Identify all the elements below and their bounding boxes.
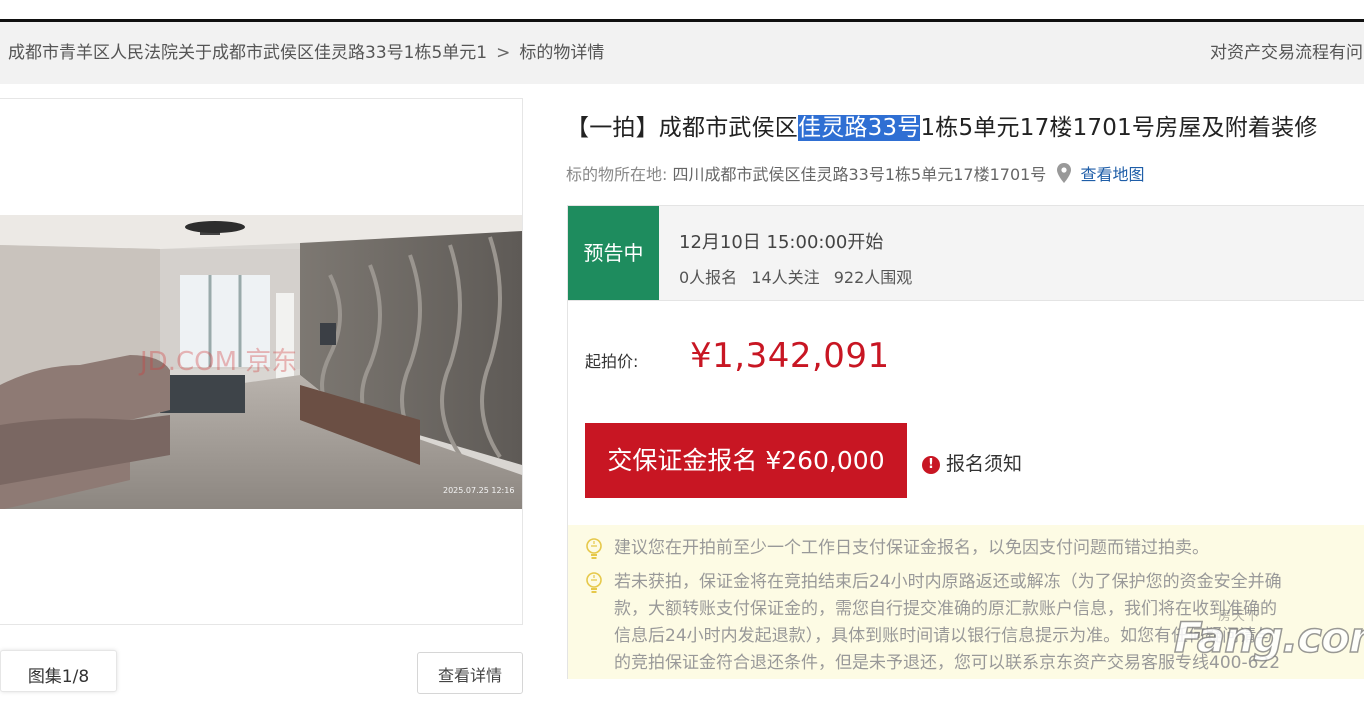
location-pin-icon [1057,163,1072,187]
starting-price-label: 起拍价: [585,352,639,371]
breadcrumb-bar: 成都市青羊区人民法院关于成都市武侯区佳灵路33号1栋5单元1 > 标的物详情 对资产… [0,22,1364,84]
location-address: 四川成都市武侯区佳灵路33号1栋5单元17楼1701号 [672,165,1047,184]
photo-timestamp: 2025.07.25 12:16 [443,486,514,495]
tip-item: 若未获拍，保证金将在竞拍结束后24小时内原路返还或解冻（为了保护您的资金安全并确… [584,569,1282,677]
start-time: 12月10日 15:00:00开始 [679,232,884,253]
title-suffix: 1栋5单元17楼1701号房屋及附着装修 [920,115,1318,141]
lightbulb-icon [584,537,604,570]
breadcrumb-court-link[interactable]: 成都市青羊区人民法院关于成都市武侯区佳灵路33号1栋5单元1 [8,43,487,63]
deposit-tips: 建议您在开拍前至少一个工作日支付保证金报名，以免因支付问题而错过拍卖。 若未获拍… [568,525,1364,679]
tip-text-line: 信息后24小时内发起退款），具体到账时间请以银行信息提示为准。如您有任何疑问请与 [614,626,1274,646]
location-label: 标的物所在地: [566,165,668,184]
title-prefix: 【一拍】成都市武侯区 [566,115,798,141]
view-details-button[interactable]: 查看详情 [417,652,523,694]
breadcrumb-current: 标的物详情 [519,43,605,63]
lightbulb-icon [584,571,604,604]
main-photo[interactable]: JD.COM 京东 2025.07.25 12:16 [0,215,522,509]
photo-gallery: JD.COM 京东 2025.07.25 12:16 [0,98,523,625]
tip-item: 建议您在开拍前至少一个工作日支付保证金报名，以免因支付问题而错过拍卖。 [584,535,1209,562]
registration-notice-link[interactable]: ! 报名须知 [922,449,1022,476]
process-help-link[interactable]: 对资产交易流程有问 [1210,22,1363,84]
breadcrumb: 成都市青羊区人民法院关于成都市武侯区佳灵路33号1栋5单元1 > 标的物详情 [8,22,604,84]
status-badge: 预告中 [568,206,659,300]
breadcrumb-separator: > [496,43,511,63]
album-tab[interactable]: 图集1/8 [0,650,117,692]
auction-status-box: 预告中 12月10日 15:00:00开始 0人报名 14人关注 922人围观 [567,205,1364,301]
item-location: 标的物所在地: 四川成都市武侯区佳灵路33号1栋5单元17楼1701号 查看地图 [566,161,1145,187]
follower-count: 14人关注 [751,268,820,287]
signup-count: 0人报名 [679,268,738,287]
living-room-photo: JD.COM 京东 2025.07.25 12:16 [0,215,522,509]
viewer-count: 922人围观 [833,268,913,287]
registration-notice-label: 报名须知 [946,453,1023,475]
auction-title: 【一拍】成都市武侯区佳灵路33号1栋5单元17楼1701号房屋及附着装修 [566,108,1318,142]
tip-text-line: 的竞拍保证金符合退还条件，但是未予退还，您可以联系京东资产交易客服专线400-6… [614,653,1281,673]
starting-price: ¥1,342,091 [690,336,890,376]
tip-text-line: 款，大额转账支付保证金的，需您自行提交准确的原汇款账户信息，我们将在收到准确的 [614,599,1277,619]
title-highlight: 佳灵路33号 [798,115,921,141]
pay-deposit-register-button[interactable]: 交保证金报名 ¥260,000 [585,423,907,498]
exclamation-icon: ! [922,456,940,474]
auction-stats: 0人报名 14人关注 922人围观 [679,264,921,288]
tip-text: 建议您在开拍前至少一个工作日支付保证金报名，以免因支付问题而错过拍卖。 [614,538,1209,558]
photo-watermark: JD.COM 京东 [138,347,297,377]
view-map-link[interactable]: 查看地图 [1081,165,1145,184]
tip-text-line: 若未获拍，保证金将在竞拍结束后24小时内原路返还或解冻（为了保护您的资金安全并确 [614,572,1282,592]
